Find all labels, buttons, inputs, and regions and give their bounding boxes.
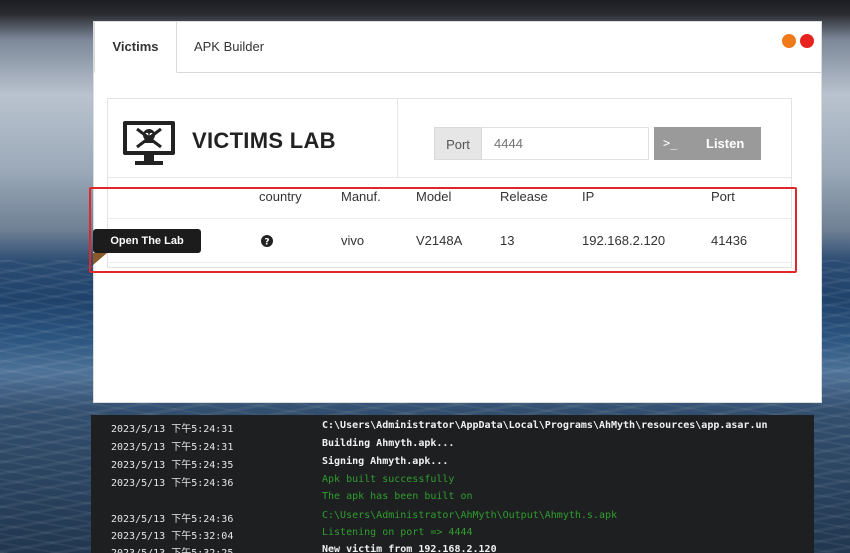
cell-ip: 192.168.2.120 xyxy=(582,233,666,248)
column-ip: IP xyxy=(582,189,595,204)
log-line: 2023/5/13 下午5:24:36 Apk built successful… xyxy=(91,474,814,492)
column-port: Port xyxy=(711,189,735,204)
table-row-divider xyxy=(108,262,791,263)
ribbon-tail xyxy=(93,253,107,265)
log-message: C:\Users\Administrator\AhMyth\Output\Ahm… xyxy=(322,510,618,521)
column-manuf: Manuf. xyxy=(341,189,381,204)
log-message: Listening on port => 4444 xyxy=(322,527,473,538)
page-title: VICTIMS LAB xyxy=(192,128,336,153)
listen-label: Listen xyxy=(706,136,745,151)
column-model: Model xyxy=(416,189,452,204)
minimize-button[interactable] xyxy=(782,34,796,48)
log-line: 2023/5/13 下午5:24:35 Signing Ahmyth.apk..… xyxy=(91,456,814,474)
cell-release: 13 xyxy=(500,233,515,248)
log-time: 2023/5/13 下午5:24:31 xyxy=(111,424,234,435)
tab-victims[interactable]: Victims xyxy=(94,22,177,73)
tab-bar: Victims APK Builder xyxy=(94,22,821,73)
tab-apk-builder[interactable]: APK Builder xyxy=(176,22,282,72)
header-divider xyxy=(397,99,398,177)
log-message: The apk has been built on xyxy=(322,491,473,502)
log-line: 2023/5/13 下午5:24:36 C:\Users\Administrat… xyxy=(91,510,814,528)
column-release: Release xyxy=(500,189,548,204)
victims-panel: VICTIMS LAB Port >_ Listen country Manuf… xyxy=(107,98,792,268)
column-country: country xyxy=(259,189,302,204)
log-message: Signing Ahmyth.apk... xyxy=(322,456,449,467)
cell-port: 41436 xyxy=(711,233,748,248)
listen-button[interactable]: >_ Listen xyxy=(654,127,761,160)
log-console[interactable]: 2023/5/13 下午5:24:31 C:\Users\Administrat… xyxy=(91,415,814,553)
panel-header: VICTIMS LAB Port >_ Listen xyxy=(108,99,791,178)
log-time: 2023/5/13 下午5:32:25 xyxy=(111,544,233,553)
log-time: 2023/5/13 下午5:24:36 xyxy=(111,514,234,525)
log-time: 2023/5/13 下午5:24:35 xyxy=(111,460,234,471)
close-button[interactable] xyxy=(800,34,814,48)
cell-model: V2148A xyxy=(416,233,463,248)
log-time: 2023/5/13 下午5:32:04 xyxy=(111,531,234,542)
log-time: 2023/5/13 下午5:24:31 xyxy=(111,442,234,453)
log-line: 2023/5/13 下午5:24:31 Building Ahmyth.apk.… xyxy=(91,438,814,456)
port-label: Port xyxy=(434,127,482,160)
log-line: The apk has been built on xyxy=(91,491,814,509)
log-message: Building Ahmyth.apk... xyxy=(322,438,455,449)
skull-monitor-icon xyxy=(123,121,175,165)
cell-manuf: vivo xyxy=(341,233,365,248)
log-line: 2023/5/13 下午5:24:31 C:\Users\Administrat… xyxy=(91,420,814,438)
log-message: Apk built successfully xyxy=(322,474,455,485)
log-line: 2023/5/13 下午5:32:04 Listening on port =>… xyxy=(91,527,814,545)
log-time: 2023/5/13 下午5:24:36 xyxy=(111,478,234,489)
log-message: New victim from 192.168.2.120 xyxy=(322,544,497,553)
terminal-icon: >_ xyxy=(663,136,678,150)
port-input[interactable] xyxy=(482,127,649,160)
table-header-divider xyxy=(108,218,791,219)
svg-text:?: ? xyxy=(264,238,269,248)
question-circle-icon: ? xyxy=(261,235,273,247)
app-window: Victims APK Builder VICTIMS LAB Port 444… xyxy=(93,21,822,403)
log-line: 2023/5/13 下午5:32:25 New victim from 192.… xyxy=(91,544,814,553)
open-lab-button[interactable]: Open The Lab xyxy=(93,229,201,253)
log-message: C:\Users\Administrator\AppData\Local\Pro… xyxy=(322,420,768,431)
